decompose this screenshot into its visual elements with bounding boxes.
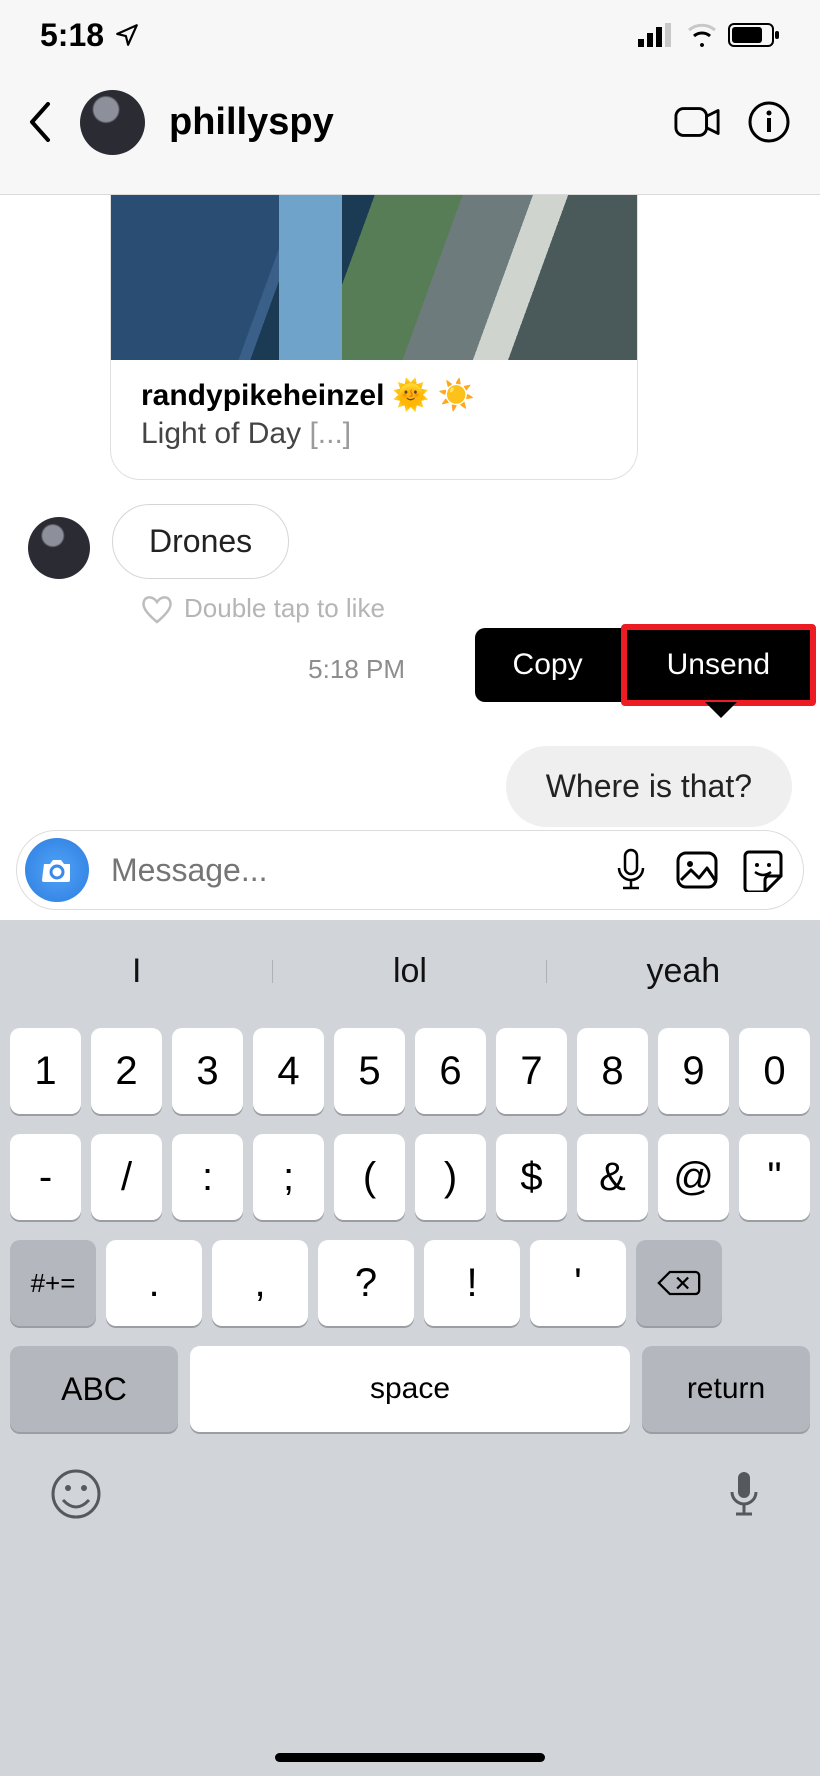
post-caption-text: Light of Day	[141, 417, 301, 450]
emoji-keyboard-button[interactable]	[50, 1468, 102, 1525]
status-bar: 5:18	[0, 0, 820, 70]
cell-signal-icon	[638, 23, 676, 47]
dictation-button[interactable]	[718, 1468, 770, 1525]
status-time: 5:18	[40, 17, 104, 54]
gallery-button[interactable]	[675, 848, 719, 892]
context-unsend-button[interactable]: Unsend	[627, 630, 810, 700]
back-button[interactable]	[28, 102, 52, 142]
shared-post-card[interactable]: randypikeheinzel 🌞 ☀️ Light of Day [...]	[110, 195, 638, 480]
heart-icon[interactable]	[140, 594, 174, 624]
incoming-message-row: Drones	[28, 504, 820, 579]
camera-icon	[40, 856, 74, 884]
outgoing-message-row: Where is that?	[0, 746, 792, 827]
wifi-icon	[686, 23, 718, 47]
key-5[interactable]: 5	[334, 1028, 405, 1114]
post-author[interactable]: randypikeheinzel	[141, 379, 384, 413]
keyboard: I lol yeah 1 2 3 4 5 6 7 8 9 0 - / : ; (…	[0, 920, 820, 1776]
incoming-message-text: Drones	[149, 523, 252, 559]
key-1[interactable]: 1	[10, 1028, 81, 1114]
gallery-icon	[675, 850, 719, 890]
video-call-button[interactable]	[674, 99, 720, 145]
suggestion-3[interactable]: yeah	[547, 952, 820, 991]
key-0[interactable]: 0	[739, 1028, 810, 1114]
message-context-menu: Copy Unsend	[475, 628, 812, 702]
key-9[interactable]: 9	[658, 1028, 729, 1114]
compose-bar	[16, 830, 804, 910]
microphone-icon	[718, 1468, 770, 1520]
key-return[interactable]: return	[642, 1346, 810, 1432]
key-dash[interactable]: -	[10, 1134, 81, 1220]
key-row-bottom: ABC space return	[0, 1346, 820, 1432]
voice-message-button[interactable]	[609, 848, 653, 892]
post-caption-more[interactable]: [...]	[309, 417, 351, 450]
key-quote[interactable]: "	[739, 1134, 810, 1220]
like-hint-text: Double tap to like	[184, 593, 385, 624]
post-image	[111, 195, 637, 360]
key-6[interactable]: 6	[415, 1028, 486, 1114]
post-caption: Light of Day [...]	[141, 417, 607, 451]
key-space[interactable]: space	[190, 1346, 630, 1432]
context-menu-tail	[705, 702, 737, 718]
key-slash[interactable]: /	[91, 1134, 162, 1220]
emoji-icon	[50, 1468, 102, 1520]
keyboard-footer	[0, 1432, 820, 1525]
like-hint-row: Double tap to like	[140, 593, 820, 624]
key-colon[interactable]: :	[172, 1134, 243, 1220]
key-at[interactable]: @	[658, 1134, 729, 1220]
key-apostrophe[interactable]: '	[530, 1240, 626, 1326]
sun-face-icon: 🌞	[392, 378, 429, 413]
key-7[interactable]: 7	[496, 1028, 567, 1114]
outgoing-message-text: Where is that?	[546, 768, 752, 804]
sender-avatar[interactable]	[28, 517, 90, 579]
key-semicolon[interactable]: ;	[253, 1134, 324, 1220]
outgoing-message-bubble[interactable]: Where is that?	[506, 746, 792, 827]
key-2[interactable]: 2	[91, 1028, 162, 1114]
message-input[interactable]	[111, 852, 587, 889]
post-body: randypikeheinzel 🌞 ☀️ Light of Day [...]	[111, 360, 637, 479]
sun-icon: ☀️	[438, 378, 475, 413]
key-period[interactable]: .	[106, 1240, 202, 1326]
sticker-icon	[741, 848, 785, 892]
compose-bar-wrap	[0, 820, 820, 920]
sticker-button[interactable]	[741, 848, 785, 892]
key-symbols-mode[interactable]: #+=	[10, 1240, 96, 1326]
key-8[interactable]: 8	[577, 1028, 648, 1114]
key-amp[interactable]: &	[577, 1134, 648, 1220]
home-indicator[interactable]	[275, 1753, 545, 1762]
key-row-1: 1 2 3 4 5 6 7 8 9 0	[0, 1028, 820, 1114]
chat-header: phillyspy	[0, 70, 820, 195]
suggestion-1[interactable]: I	[0, 952, 273, 991]
chat-username[interactable]: phillyspy	[169, 101, 648, 144]
camera-button[interactable]	[25, 838, 89, 902]
context-copy-button[interactable]: Copy	[475, 628, 621, 702]
key-4[interactable]: 4	[253, 1028, 324, 1114]
incoming-message-bubble[interactable]: Drones	[112, 504, 289, 579]
key-lparen[interactable]: (	[334, 1134, 405, 1220]
suggestion-row: I lol yeah	[0, 934, 820, 1008]
key-3[interactable]: 3	[172, 1028, 243, 1114]
key-dollar[interactable]: $	[496, 1134, 567, 1220]
suggestion-2[interactable]: lol	[273, 952, 546, 991]
key-backspace[interactable]	[636, 1240, 722, 1326]
backspace-icon	[657, 1268, 701, 1298]
key-abc-mode[interactable]: ABC	[10, 1346, 178, 1432]
key-rparen[interactable]: )	[415, 1134, 486, 1220]
battery-icon	[728, 23, 780, 47]
timestamp-row: 5:18 PM Copy Unsend	[0, 624, 820, 724]
info-button[interactable]	[746, 99, 792, 145]
message-timestamp: 5:18 PM	[308, 654, 405, 685]
key-row-3: #+= . , ? ! '	[0, 1240, 820, 1326]
key-row-2: - / : ; ( ) $ & @ "	[0, 1134, 820, 1220]
key-question[interactable]: ?	[318, 1240, 414, 1326]
highlight-box: Unsend	[621, 624, 816, 706]
location-services-icon	[114, 22, 140, 48]
key-exclaim[interactable]: !	[424, 1240, 520, 1326]
microphone-icon	[615, 848, 647, 892]
chat-thread: randypikeheinzel 🌞 ☀️ Light of Day [...]…	[0, 195, 820, 820]
user-avatar[interactable]	[80, 90, 145, 155]
key-comma[interactable]: ,	[212, 1240, 308, 1326]
